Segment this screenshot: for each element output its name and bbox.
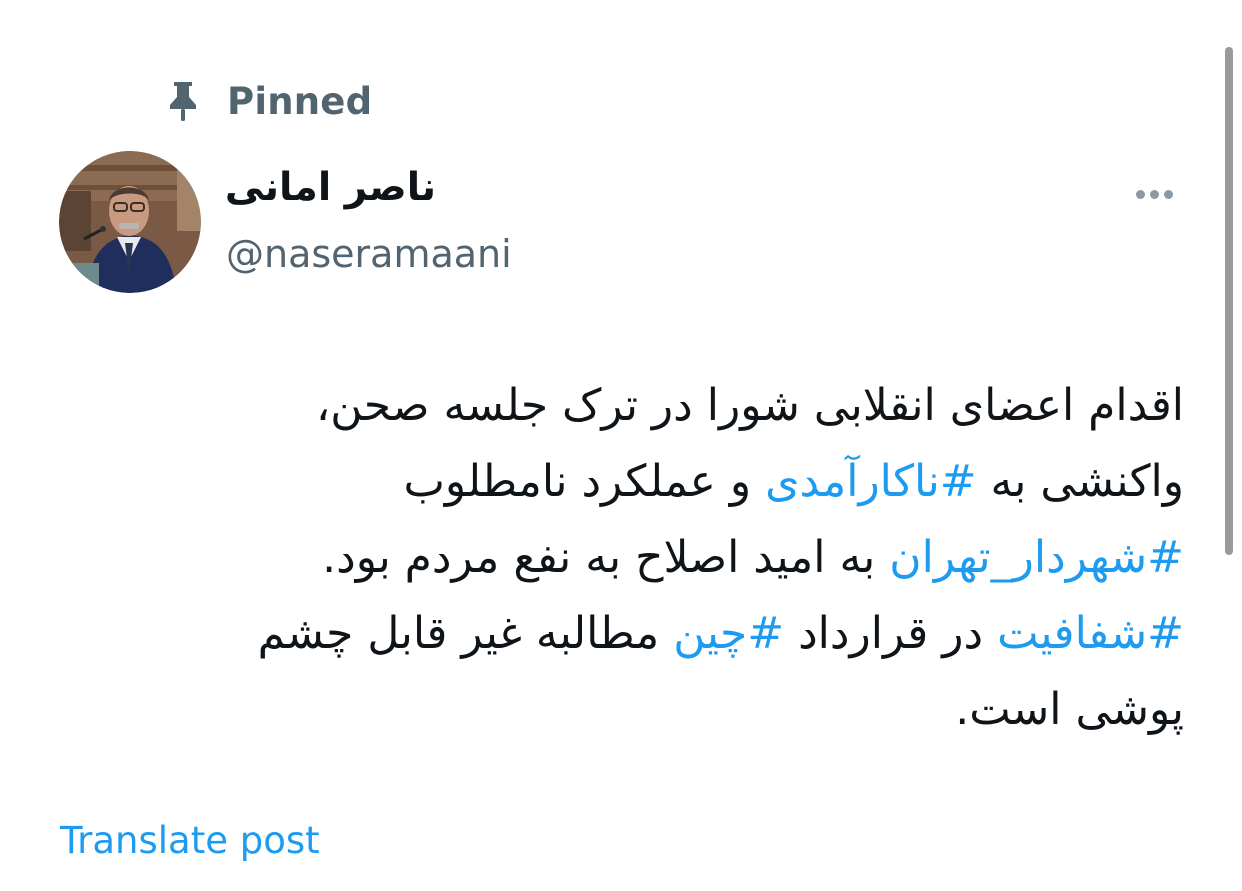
scrollbar[interactable]: [1225, 47, 1233, 555]
tweet-text-segment: پوشی است.: [955, 684, 1184, 735]
tweet-line: اقدام اعضای انقلابی شورا در ترک جلسه صحن…: [144, 368, 1184, 444]
tweet-text-segment: اقدام اعضای انقلابی شورا در ترک جلسه صحن…: [316, 380, 1184, 431]
tweet-line: واکنشی به #ناکارآمدی و عملکرد نامطلوب: [144, 444, 1184, 520]
pinned-indicator: Pinned: [165, 76, 372, 126]
tweet-text-segment: واکنشی به: [976, 456, 1184, 507]
author-display-name[interactable]: ناصر امانی: [225, 158, 436, 218]
hashtag-link[interactable]: #شفافیت: [997, 608, 1184, 659]
hashtag-link[interactable]: #شهردار_تهران: [889, 532, 1184, 583]
hashtag-link[interactable]: #چین: [673, 608, 784, 659]
hashtag-link[interactable]: #ناکارآمدی: [765, 456, 976, 507]
pin-icon: [165, 79, 201, 123]
tweet-text-segment: و عملکرد نامطلوب: [403, 456, 766, 507]
translate-post-link[interactable]: Translate post: [60, 816, 320, 866]
tweet-line: #شفافیت در قرارداد #چین مطالبه غیر قابل …: [144, 596, 1184, 672]
tweet-line: #شهردار_تهران به امید اصلاح به نفع مردم …: [144, 520, 1184, 596]
more-dot: [1135, 189, 1145, 199]
tweet-text-segment: مطالبه غیر قابل چشم: [257, 608, 674, 659]
tweet-text: اقدام اعضای انقلابی شورا در ترک جلسه صحن…: [144, 368, 1184, 748]
author-handle[interactable]: @naseramaani: [226, 228, 512, 280]
avatar[interactable]: [59, 151, 201, 293]
pinned-label: Pinned: [227, 79, 373, 123]
more-dot: [1163, 189, 1173, 199]
tweet-line: پوشی است.: [144, 672, 1184, 748]
more-dot: [1149, 189, 1159, 199]
tweet-page: Pinned ناصر امانی @naseramaani اقدام اعض…: [0, 0, 1242, 891]
more-options-icon[interactable]: [1122, 174, 1186, 214]
tweet-text-segment: در قرارداد: [784, 608, 998, 659]
tweet-text-segment: به امید اصلاح به نفع مردم بود.: [322, 532, 890, 583]
